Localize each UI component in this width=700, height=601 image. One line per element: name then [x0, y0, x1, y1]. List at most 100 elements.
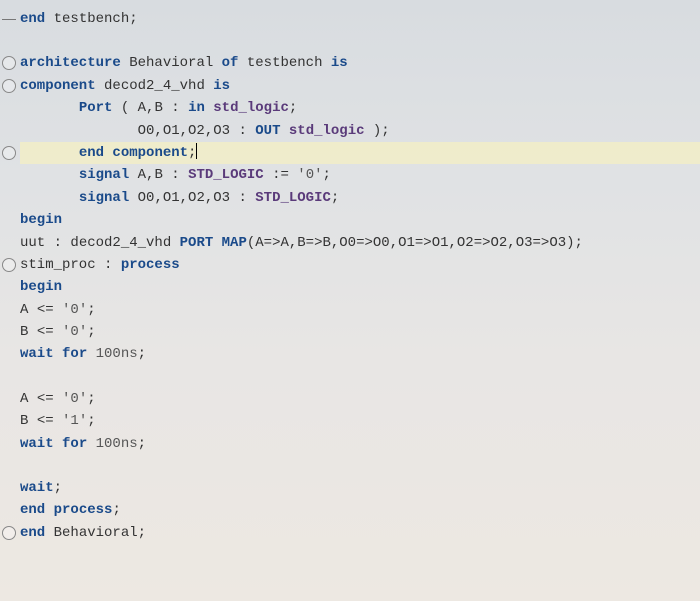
- keyword-for: for: [54, 346, 96, 362]
- identifier: uut: [20, 235, 54, 251]
- blank-line: [20, 30, 700, 52]
- text-cursor-icon: [196, 143, 197, 159]
- code-line: begin: [20, 209, 700, 231]
- punctuation: ;: [289, 100, 297, 116]
- punctuation: :: [238, 123, 255, 139]
- identifier: B: [20, 324, 37, 340]
- identifier: Behavioral: [121, 55, 222, 71]
- code-line-highlighted: end component;: [20, 142, 700, 164]
- keyword-wait: wait: [20, 346, 54, 362]
- type: std_logic: [280, 123, 372, 139]
- code-line: architecture Behavioral of testbench is: [20, 52, 700, 74]
- punctuation: ;: [112, 502, 120, 518]
- keyword-process: process: [45, 502, 112, 518]
- identifier: A,B: [129, 167, 171, 183]
- punctuation: ;: [87, 302, 95, 318]
- code-line: wait for 100ns;: [20, 433, 700, 455]
- punctuation: ;: [138, 436, 146, 452]
- keyword-signal: signal: [79, 190, 129, 206]
- literal: 100ns: [96, 346, 138, 362]
- literal: '0': [62, 391, 87, 407]
- keyword-end: end: [20, 525, 45, 541]
- indent: [20, 145, 79, 161]
- code-line: O0,O1,O2,O3 : OUT std_logic );: [20, 120, 700, 142]
- keyword-end: end: [20, 11, 45, 27]
- identifier: decod2_4_vhd: [70, 235, 179, 251]
- indent: [20, 100, 79, 116]
- code-line: stim_proc : process: [20, 254, 700, 276]
- punctuation: <=: [37, 413, 62, 429]
- punctuation: :: [54, 235, 71, 251]
- gutter-marker-icon: [2, 526, 16, 540]
- blank-line: [20, 366, 700, 388]
- punctuation: ;: [331, 190, 339, 206]
- literal: '0': [62, 324, 87, 340]
- keyword-is: is: [331, 55, 348, 71]
- code-line: B <= '1';: [20, 410, 700, 432]
- port-map-list: A=>A,B=>B,O0=>O0,O1=>O1,O2=>O2,O3=>O3: [255, 235, 566, 251]
- code-line: B <= '0';: [20, 321, 700, 343]
- code-line: signal A,B : STD_LOGIC := '0';: [20, 164, 700, 186]
- code-line: Port ( A,B : in std_logic;: [20, 97, 700, 119]
- punctuation: ;: [129, 11, 137, 27]
- gutter-marker-icon: [2, 79, 16, 93]
- code-line: begin: [20, 276, 700, 298]
- keyword-component: component: [104, 145, 188, 161]
- punctuation: :: [104, 257, 121, 273]
- punctuation: );: [373, 123, 390, 139]
- punctuation: ;: [54, 480, 62, 496]
- punctuation: :: [238, 190, 255, 206]
- type: STD_LOGIC: [255, 190, 331, 206]
- keyword-portmap: PORT MAP: [180, 235, 247, 251]
- keyword-architecture: architecture: [20, 55, 121, 71]
- gutter-marker-icon: [2, 56, 16, 70]
- punctuation: );: [566, 235, 583, 251]
- punctuation: :: [171, 100, 188, 116]
- punctuation: <=: [37, 302, 62, 318]
- punctuation: (: [112, 100, 137, 116]
- identifier: O0,O1,O2,O3: [138, 123, 239, 139]
- keyword-signal: signal: [79, 167, 129, 183]
- keyword-wait: wait: [20, 436, 54, 452]
- keyword-in: in: [188, 100, 205, 116]
- punctuation: ;: [87, 413, 95, 429]
- blank-line: [20, 455, 700, 477]
- punctuation: <=: [37, 324, 62, 340]
- indent: [20, 167, 79, 183]
- punctuation: :=: [264, 167, 298, 183]
- keyword-process: process: [121, 257, 180, 273]
- punctuation: ;: [87, 324, 95, 340]
- punctuation: ;: [138, 346, 146, 362]
- code-line: end process;: [20, 499, 700, 521]
- identifier: A: [20, 391, 37, 407]
- indent: [20, 190, 79, 206]
- identifier: decod2_4_vhd: [96, 78, 214, 94]
- literal: 100ns: [96, 436, 138, 452]
- code-line: end Behavioral;: [20, 522, 700, 544]
- indent: [20, 123, 138, 139]
- punctuation: <=: [37, 391, 62, 407]
- code-line: wait for 100ns;: [20, 343, 700, 365]
- code-line: A <= '0';: [20, 299, 700, 321]
- identifier: testbench: [45, 11, 129, 27]
- gutter-marker-icon: [2, 258, 16, 272]
- code-line: component decod2_4_vhd is: [20, 75, 700, 97]
- literal: '0': [62, 302, 87, 318]
- keyword-out: OUT: [255, 123, 280, 139]
- punctuation: ;: [188, 145, 196, 161]
- keyword-is: is: [213, 78, 230, 94]
- punctuation: ;: [323, 167, 331, 183]
- literal: '1': [62, 413, 87, 429]
- code-line: A <= '0';: [20, 388, 700, 410]
- keyword-for: for: [54, 436, 96, 452]
- identifier: testbench: [238, 55, 330, 71]
- keyword-of: of: [222, 55, 239, 71]
- gutter-marker-icon: [2, 146, 16, 160]
- keyword-component: component: [20, 78, 96, 94]
- identifier: stim_proc: [20, 257, 104, 273]
- identifier: Behavioral: [45, 525, 137, 541]
- keyword-port: Port: [79, 100, 113, 116]
- gutter-marker: [2, 19, 16, 20]
- keyword-begin: begin: [20, 279, 62, 295]
- keyword-end: end: [79, 145, 104, 161]
